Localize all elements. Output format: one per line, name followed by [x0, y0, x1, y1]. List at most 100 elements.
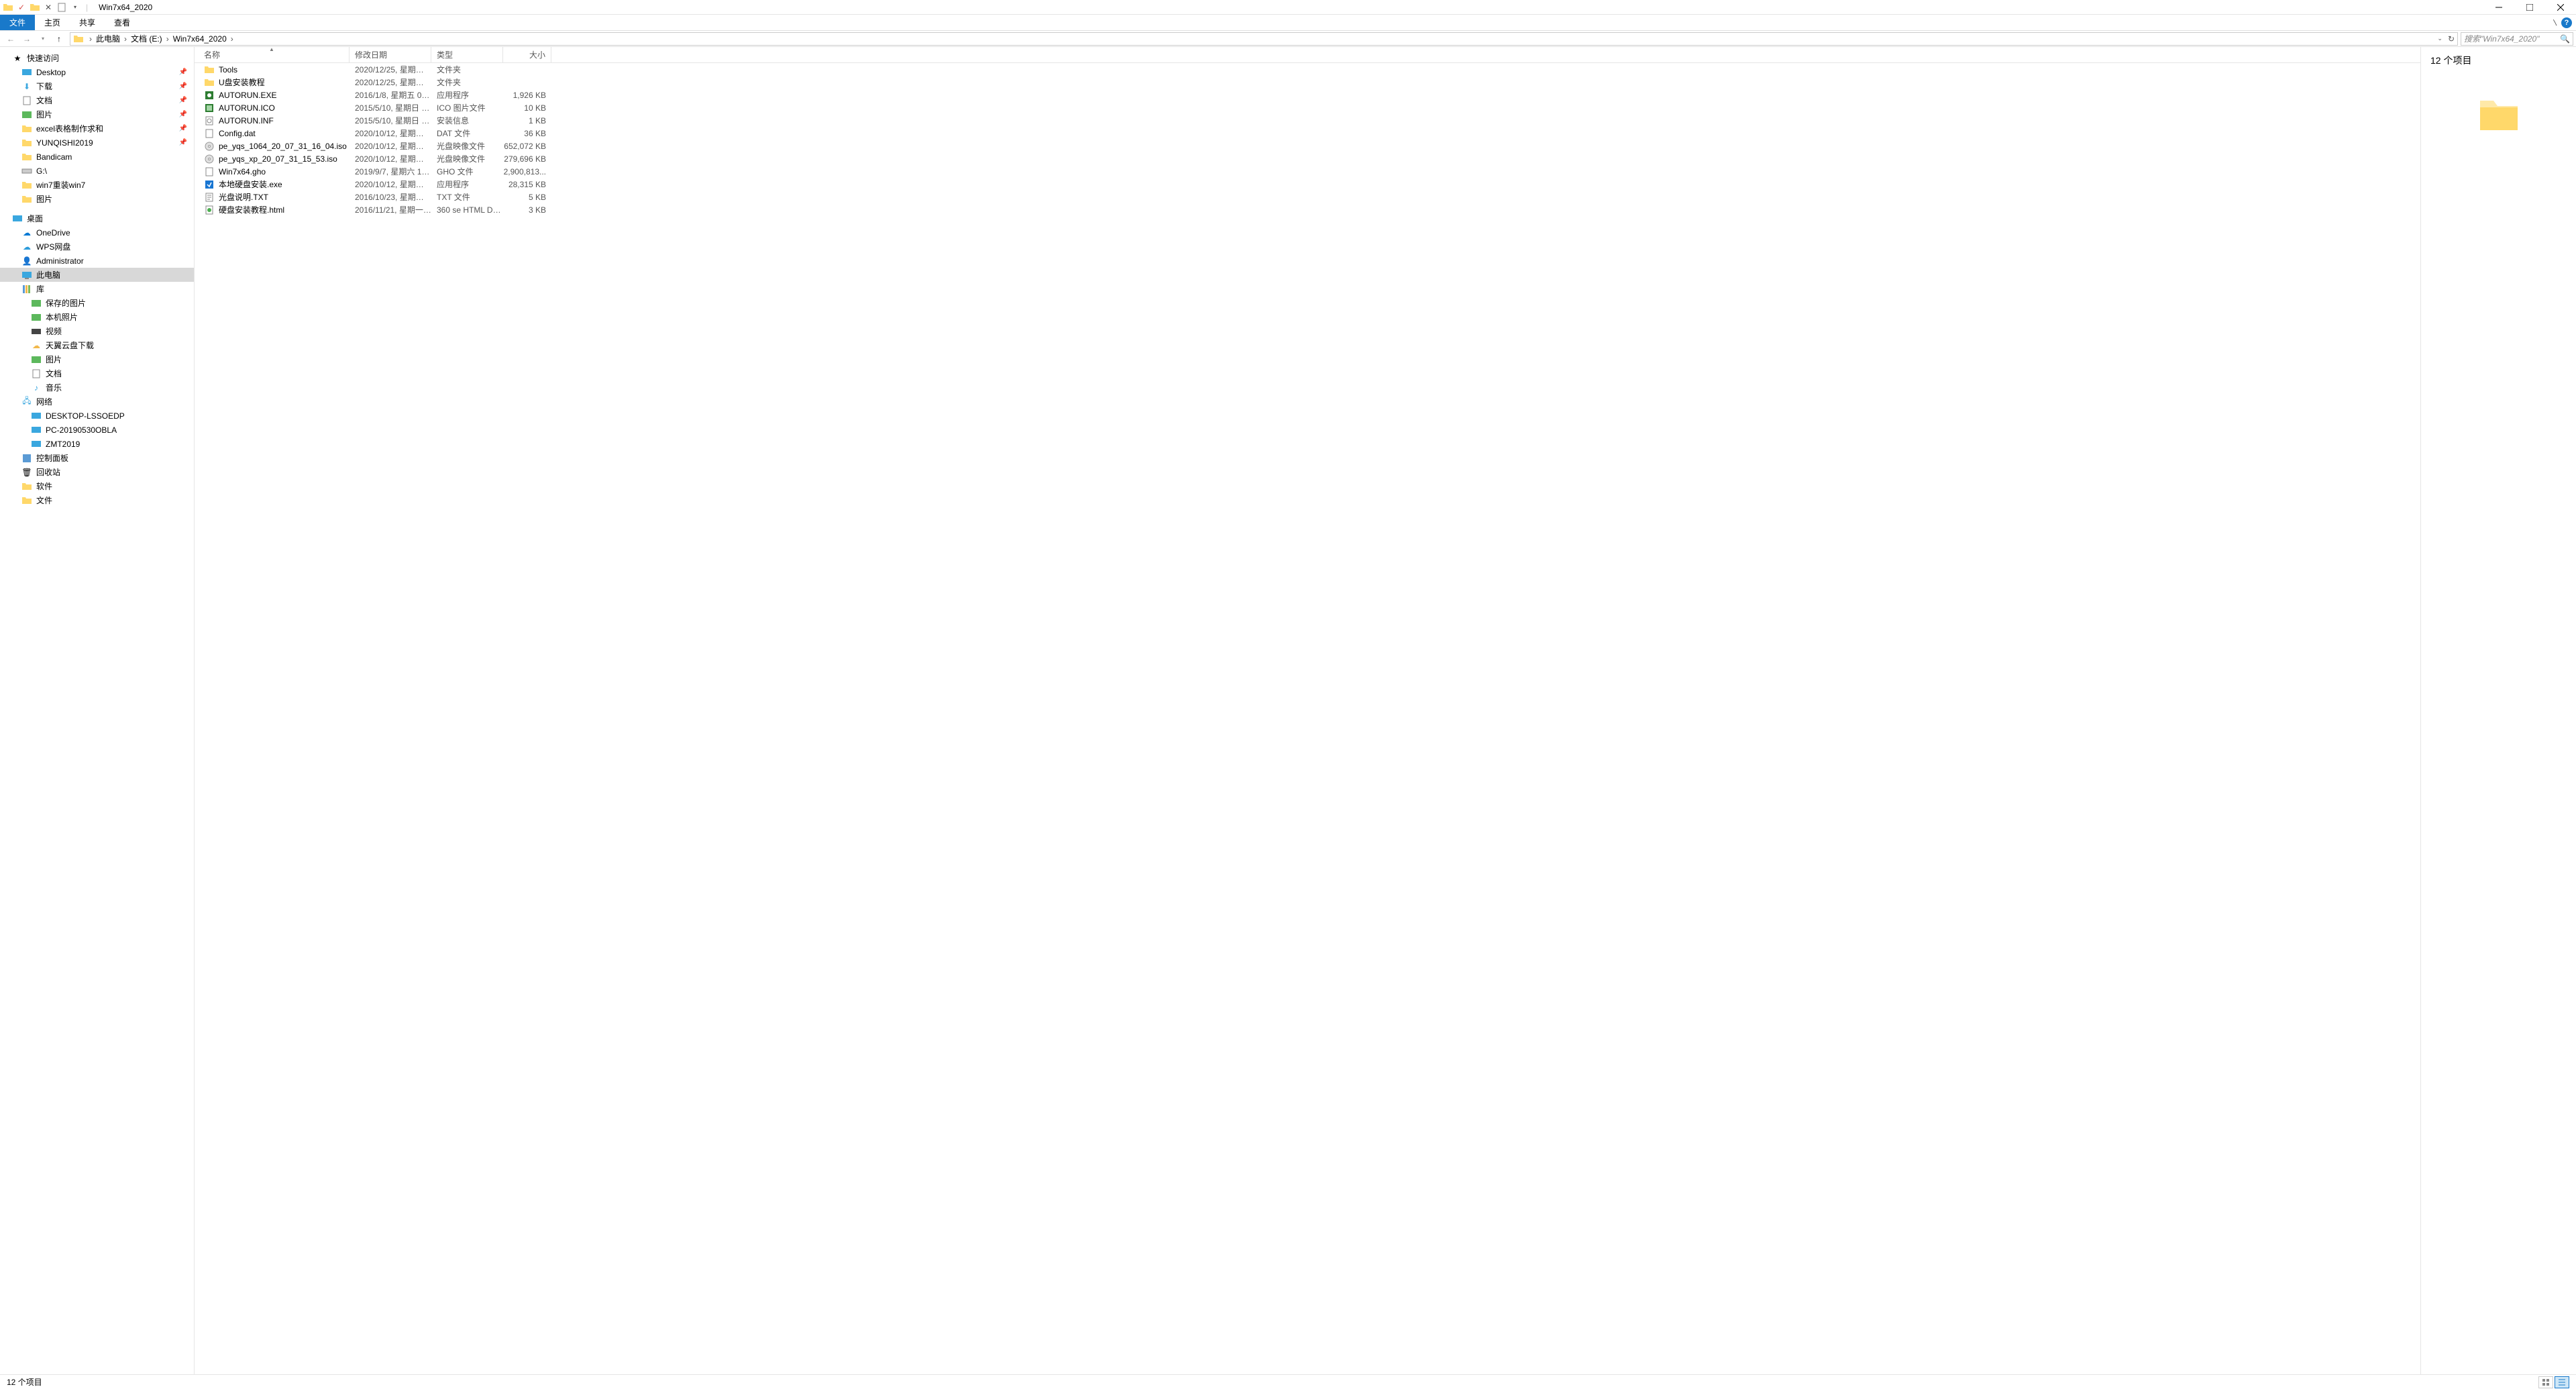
nav-network-pc2[interactable]: PC-20190530OBLA: [0, 423, 194, 437]
nav-yunqishi-folder[interactable]: YUNQISHI2019📌: [0, 136, 194, 150]
address-box[interactable]: › 此电脑 › 文档 (E:) › Win7x64_2020 › ⌄ ↻: [70, 32, 2458, 46]
drive-icon: [21, 166, 32, 176]
file-row[interactable]: AUTORUN.INF2015/5/10, 星期日 02...安装信息1 KB: [195, 114, 2420, 127]
view-details-button[interactable]: [2555, 1376, 2569, 1388]
recycle-icon: 🗑: [21, 467, 32, 478]
file-row[interactable]: Win7x64.gho2019/9/7, 星期六 19:...GHO 文件2,9…: [195, 165, 2420, 178]
nav-excel-folder[interactable]: excel表格制作求和📌: [0, 121, 194, 136]
file-row[interactable]: Config.dat2020/10/12, 星期一 1...DAT 文件36 K…: [195, 127, 2420, 140]
file-name: 光盘说明.TXT: [219, 191, 268, 203]
nav-recycle-bin[interactable]: 🗑回收站: [0, 465, 194, 479]
nav-pictures[interactable]: 图片📌: [0, 107, 194, 121]
nav-local-pictures[interactable]: 本机照片: [0, 310, 194, 324]
file-type: ICO 图片文件: [431, 102, 503, 113]
search-placeholder: 搜索"Win7x64_2020": [2464, 33, 2560, 44]
nav-desktop[interactable]: Desktop📌: [0, 65, 194, 79]
nav-network-pc1[interactable]: DESKTOP-LSSOEDP: [0, 409, 194, 423]
nav-win7-folder[interactable]: win7重装win7: [0, 178, 194, 192]
nav-downloads[interactable]: ⬇下载📌: [0, 79, 194, 93]
view-large-icons-button[interactable]: [2538, 1376, 2553, 1388]
breadcrumb-sep[interactable]: ›: [121, 34, 129, 44]
file-type: 应用程序: [431, 178, 503, 190]
file-row[interactable]: AUTORUN.ICO2015/5/10, 星期日 02...ICO 图片文件1…: [195, 101, 2420, 114]
file-row[interactable]: 光盘说明.TXT2016/10/23, 星期日 0...TXT 文件5 KB: [195, 191, 2420, 203]
search-icon[interactable]: 🔍: [2560, 34, 2570, 44]
nav-control-panel[interactable]: 控制面板: [0, 451, 194, 465]
nav-saved-pictures[interactable]: 保存的图片: [0, 296, 194, 310]
file-row[interactable]: U盘安装教程2020/12/25, 星期五 1...文件夹: [195, 76, 2420, 89]
nav-network-pc3[interactable]: ZMT2019: [0, 437, 194, 451]
nav-onedrive[interactable]: ☁OneDrive: [0, 225, 194, 240]
nav-quick-access[interactable]: ★快速访问: [0, 51, 194, 65]
search-input[interactable]: 搜索"Win7x64_2020" 🔍: [2461, 32, 2573, 46]
address-dropdown-icon[interactable]: ⌄: [2437, 35, 2443, 42]
nav-wps[interactable]: ☁WPS网盘: [0, 240, 194, 254]
column-name[interactable]: ▲名称: [195, 47, 350, 62]
file-row[interactable]: Tools2020/12/25, 星期五 1...文件夹: [195, 63, 2420, 76]
breadcrumb-sep[interactable]: ›: [87, 34, 95, 44]
downloads-icon: ⬇: [21, 81, 32, 92]
folder-icon: [21, 123, 32, 134]
nav-gdrive[interactable]: G:\: [0, 164, 194, 178]
nav-software-folder[interactable]: 软件: [0, 479, 194, 493]
folder-icon: [21, 481, 32, 492]
file-row[interactable]: AUTORUN.EXE2016/1/8, 星期五 04:...应用程序1,926…: [195, 89, 2420, 101]
ribbon-tab-view[interactable]: 查看: [105, 15, 140, 30]
navigation-pane: ★快速访问 Desktop📌 ⬇下载📌 文档📌 图片📌 excel表格制作求和📌…: [0, 47, 195, 1374]
nav-lib-pictures[interactable]: 图片: [0, 352, 194, 366]
nav-documents[interactable]: 文档📌: [0, 93, 194, 107]
file-name: AUTORUN.ICO: [219, 103, 275, 113]
file-row[interactable]: pe_yqs_xp_20_07_31_15_53.iso2020/10/12, …: [195, 152, 2420, 165]
minimize-button[interactable]: [2483, 0, 2514, 15]
qat-check-icon[interactable]: ✓: [16, 2, 27, 13]
qat-x-icon[interactable]: ✕: [43, 2, 54, 13]
column-date[interactable]: 修改日期: [350, 47, 431, 62]
file-size: 2,900,813...: [503, 167, 551, 176]
pin-icon: 📌: [179, 125, 187, 132]
nav-forward-button[interactable]: →: [19, 32, 35, 46]
nav-up-button[interactable]: ↑: [51, 32, 67, 46]
ribbon-tab-share[interactable]: 共享: [70, 15, 105, 30]
maximize-button[interactable]: [2514, 0, 2545, 15]
file-name: 硬盘安装教程.html: [219, 204, 284, 215]
breadcrumb-1[interactable]: 文档 (E:): [129, 33, 164, 44]
breadcrumb-sep[interactable]: ›: [164, 34, 172, 44]
nav-back-button[interactable]: ←: [3, 32, 19, 46]
file-row[interactable]: pe_yqs_1064_20_07_31_16_04.iso2020/10/12…: [195, 140, 2420, 152]
breadcrumb-0[interactable]: 此电脑: [95, 33, 121, 44]
ribbon-tab-file[interactable]: 文件: [0, 15, 35, 30]
pin-icon: 📌: [179, 139, 187, 146]
file-date: 2020/10/12, 星期一 1...: [350, 140, 431, 152]
nav-pictures2-folder[interactable]: 图片: [0, 192, 194, 206]
nav-admin[interactable]: 👤Administrator: [0, 254, 194, 268]
breadcrumb-sep[interactable]: ›: [228, 34, 236, 44]
nav-thispc[interactable]: 此电脑: [0, 268, 194, 282]
file-date: 2020/10/12, 星期一 1...: [350, 127, 431, 139]
nav-desktop-zh[interactable]: 桌面: [0, 211, 194, 225]
ribbon-expand-icon[interactable]: 〵: [2552, 17, 2559, 28]
nav-lib-documents[interactable]: 文档: [0, 366, 194, 380]
refresh-icon[interactable]: ↻: [2448, 34, 2455, 44]
nav-video[interactable]: 视频: [0, 324, 194, 338]
onedrive-icon: ☁: [21, 227, 32, 238]
file-row[interactable]: 本地硬盘安装.exe2020/10/12, 星期一 1...应用程序28,315…: [195, 178, 2420, 191]
nav-files-folder[interactable]: 文件: [0, 493, 194, 507]
file-name: AUTORUN.EXE: [219, 91, 276, 100]
nav-history-dropdown[interactable]: ▾: [35, 32, 51, 46]
file-row[interactable]: 硬盘安装教程.html2016/11/21, 星期一 2...360 se HT…: [195, 203, 2420, 216]
file-date: 2016/11/21, 星期一 2...: [350, 204, 431, 215]
nav-network[interactable]: 🖧网络: [0, 395, 194, 409]
help-icon[interactable]: ?: [2561, 17, 2572, 28]
qat-dropdown-icon[interactable]: ▾: [70, 2, 80, 13]
close-button[interactable]: [2545, 0, 2576, 15]
column-size[interactable]: 大小: [503, 47, 551, 62]
nav-bandicam-folder[interactable]: Bandicam: [0, 150, 194, 164]
breadcrumb-2[interactable]: Win7x64_2020: [172, 34, 228, 44]
ribbon-tab-home[interactable]: 主页: [35, 15, 70, 30]
titlebar: ✓ ✕ ▾ | Win7x64_2020: [0, 0, 2576, 15]
cloud-icon: ☁: [31, 340, 42, 351]
column-type[interactable]: 类型: [431, 47, 503, 62]
nav-lib-music[interactable]: ♪音乐: [0, 380, 194, 395]
nav-library[interactable]: 库: [0, 282, 194, 296]
nav-tianyi[interactable]: ☁天翼云盘下载: [0, 338, 194, 352]
